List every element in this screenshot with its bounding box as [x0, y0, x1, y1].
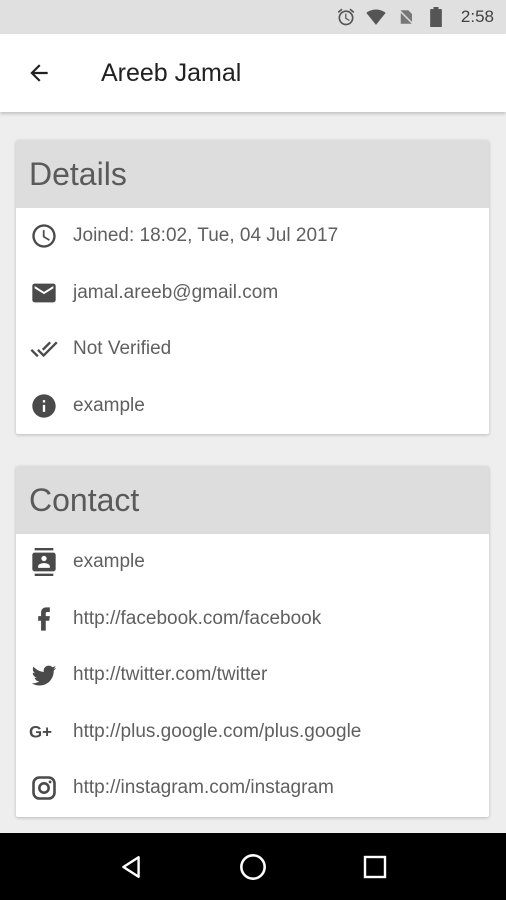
nav-recents-button[interactable] [355, 847, 395, 887]
nav-home-icon [240, 853, 266, 880]
back-button[interactable] [17, 51, 61, 95]
facebook-link[interactable]: http://facebook.com/facebook [73, 608, 321, 630]
nav-home-button[interactable] [233, 847, 273, 887]
contact-card-icon [29, 547, 59, 577]
instagram-row[interactable]: http://instagram.com/instagram [16, 760, 489, 817]
contact-header: Contact [16, 466, 489, 534]
battery-icon [425, 6, 447, 28]
verified-row: Not Verified [16, 321, 489, 378]
nav-recents-icon [363, 855, 387, 878]
joined-row: Joined: 18:02, Tue, 04 Jul 2017 [16, 208, 489, 265]
app-bar: Areeb Jamal [0, 34, 506, 112]
svg-text:G+: G+ [29, 722, 52, 741]
no-sim-icon [395, 6, 417, 28]
clock-icon [29, 221, 59, 251]
contact-text: example [73, 551, 145, 573]
twitter-row[interactable]: http://twitter.com/twitter [16, 647, 489, 704]
status-bar: 2:58 [0, 0, 506, 34]
info-text: example [73, 394, 145, 416]
contact-header-label: Contact [29, 481, 140, 518]
details-header-label: Details [29, 155, 127, 192]
arrow-left-icon [30, 64, 48, 82]
google-plus-link[interactable]: http://plus.google.com/plus.google [73, 721, 361, 743]
double-check-icon [29, 334, 59, 364]
status-time: 2:58 [460, 7, 494, 26]
email-row[interactable]: jamal.areeb@gmail.com [16, 265, 489, 322]
alarm-icon [335, 6, 357, 28]
info-icon [29, 391, 59, 421]
google-plus-row[interactable]: G+ http://plus.google.com/plus.google [16, 704, 489, 761]
wifi-icon [365, 6, 387, 28]
instagram-link[interactable]: http://instagram.com/instagram [73, 777, 334, 799]
contact-row: example [16, 534, 489, 591]
email-text: jamal.areeb@gmail.com [73, 281, 279, 303]
twitter-icon [29, 660, 59, 690]
email-icon [29, 278, 59, 308]
details-card: Details Joined: 18:02, Tue, 04 Jul 2017 … [16, 140, 489, 434]
details-header: Details [16, 140, 489, 208]
page-title: Areeb Jamal [101, 58, 242, 87]
twitter-link[interactable]: http://twitter.com/twitter [73, 664, 267, 686]
instagram-icon [29, 773, 59, 803]
navigation-bar [0, 833, 506, 900]
verified-text: Not Verified [73, 338, 172, 360]
nav-back-icon [122, 855, 140, 878]
nav-back-button[interactable] [111, 847, 151, 887]
google-plus-icon: G+ [29, 717, 59, 747]
joined-text: Joined: 18:02, Tue, 04 Jul 2017 [73, 225, 339, 247]
contact-card: Contact example http://facebook.com/face… [16, 466, 489, 817]
facebook-row[interactable]: http://facebook.com/facebook [16, 591, 489, 648]
facebook-icon [29, 604, 59, 634]
info-row: example [16, 378, 489, 435]
